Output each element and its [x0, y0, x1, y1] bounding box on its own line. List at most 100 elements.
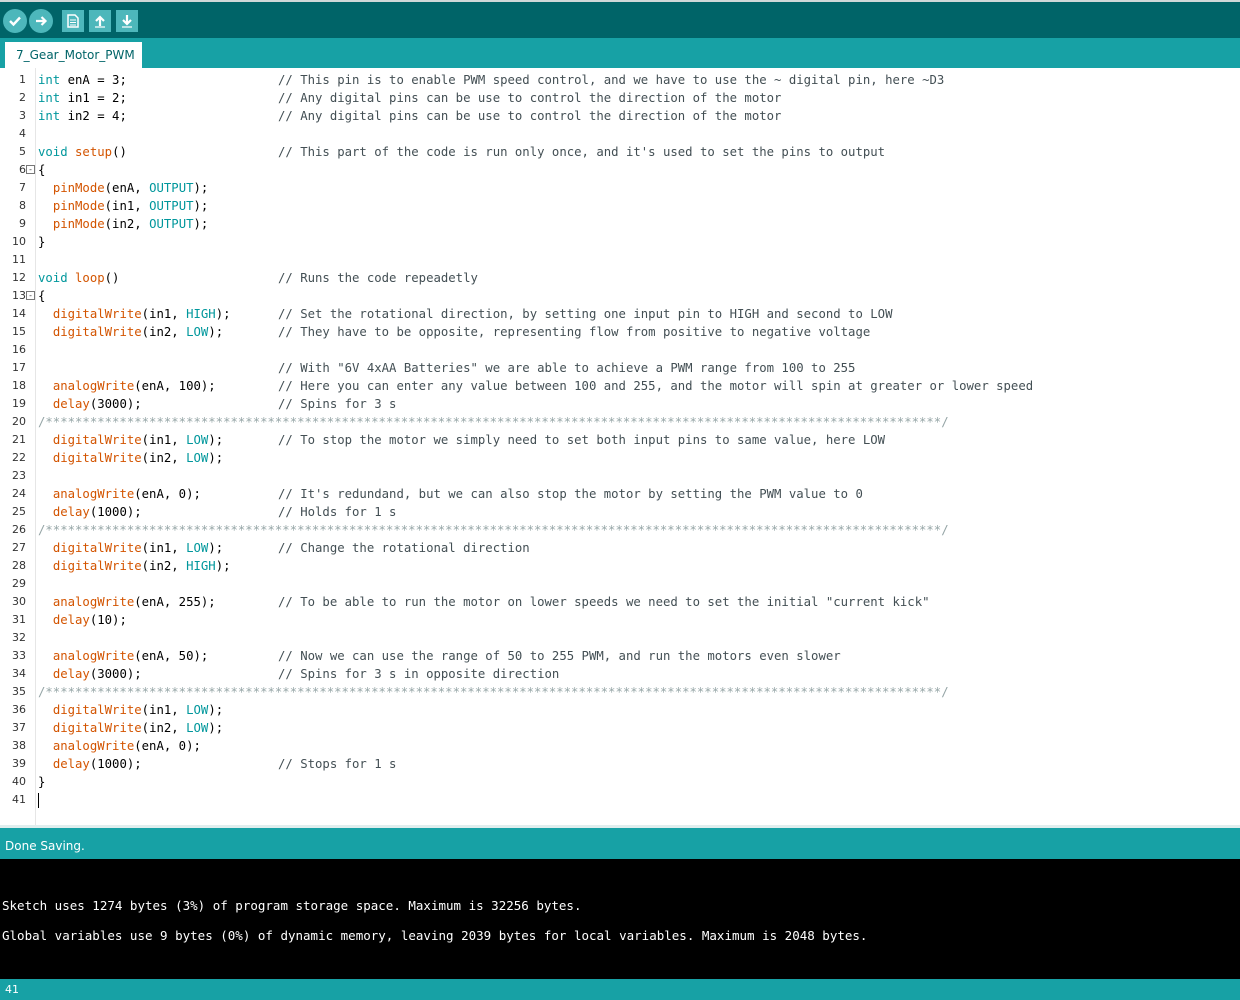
code-line[interactable]: 29	[12, 575, 1240, 593]
code-line[interactable]: 15 digitalWrite(in2, LOW); // They have t…	[12, 323, 1240, 341]
code-text: delay(1000);	[52, 757, 142, 771]
code-text: digitalWrite(in2, LOW);	[52, 451, 224, 465]
code-line[interactable]: 14 digitalWrite(in1, HIGH); // Set the ro…	[12, 305, 1240, 323]
code-line[interactable]: 7 pinMode(enA, OUTPUT);	[19, 179, 1240, 197]
arrow-up-icon	[95, 15, 105, 28]
code-line[interactable]: 41	[12, 791, 1240, 809]
open-button[interactable]	[89, 10, 111, 32]
code-comment: // To stop the motor we simply need to s…	[278, 433, 886, 447]
line-number: 13	[12, 289, 26, 302]
fold-toggle-icon[interactable]: -	[26, 291, 35, 300]
console-output: Sketch uses 1274 bytes (3%) of program s…	[0, 859, 1240, 979]
upload-button[interactable]	[29, 9, 53, 33]
code-line[interactable]: 9 pinMode(in2, OUTPUT);	[19, 215, 1240, 233]
code-comment: // It's redundand, but we can also stop …	[278, 487, 863, 501]
line-number: 11	[12, 253, 26, 266]
code-line[interactable]: 10}	[12, 233, 1240, 251]
code-line[interactable]: 18 analogWrite(enA, 100); // Here you can…	[12, 377, 1240, 395]
code-line[interactable]: 40}	[12, 773, 1240, 791]
code-text: /***************************************…	[38, 415, 949, 429]
code-line[interactable]: 34 delay(3000); // Spins for 3 s in oppos…	[12, 665, 1240, 683]
line-number: 38	[12, 739, 26, 752]
code-line[interactable]: 13-{	[12, 287, 1240, 305]
code-line[interactable]: 6-{	[19, 161, 1240, 179]
code-comment: // Holds for 1 s	[278, 505, 397, 519]
arrow-right-icon	[36, 16, 48, 26]
code-line[interactable]: 25 delay(1000); // Holds for 1 s	[12, 503, 1240, 521]
line-number: 16	[12, 343, 26, 356]
code-area[interactable]: 1 int enA = 3; // This pin is to enable PW…	[12, 71, 1240, 809]
line-number: 1	[19, 73, 26, 86]
line-number: 3	[19, 109, 26, 122]
line-number: 30	[12, 595, 26, 608]
code-text	[38, 791, 39, 809]
code-text: digitalWrite(in1, LOW);	[52, 703, 224, 717]
code-comment: // To be able to run the motor on lower …	[278, 595, 930, 609]
code-text: {	[38, 289, 46, 303]
code-line[interactable]: 38 analogWrite(enA, 0);	[12, 737, 1240, 755]
code-line[interactable]: 3 int in2 = 4; // Any digital pins can be …	[19, 107, 1240, 125]
code-line[interactable]: 27 digitalWrite(in1, LOW); // Change the …	[12, 539, 1240, 557]
code-text: }	[38, 235, 46, 249]
line-number: 6	[19, 163, 26, 176]
code-line[interactable]: 1 int enA = 3; // This pin is to enable PW…	[19, 71, 1240, 89]
line-number: 25	[12, 505, 26, 518]
code-line[interactable]: 5 void setup() // This part of the code is…	[19, 143, 1240, 161]
line-number: 31	[12, 613, 26, 626]
code-line[interactable]: 21 digitalWrite(in1, LOW); // To stop the…	[12, 431, 1240, 449]
code-text: delay(3000);	[52, 667, 142, 681]
code-line[interactable]: 30 analogWrite(enA, 255); // To be able t…	[12, 593, 1240, 611]
code-comment: // This pin is to enable PWM speed contr…	[278, 73, 945, 87]
code-line[interactable]: 22 digitalWrite(in2, LOW);	[12, 449, 1240, 467]
code-text: delay(3000);	[52, 397, 142, 411]
code-line[interactable]: 17 // With "6V 4xAA Batteries" we are abl…	[12, 359, 1240, 377]
code-comment: // Spins for 3 s	[278, 397, 397, 411]
tab-bar: 7_Gear_Motor_PWM	[0, 38, 1240, 68]
code-line[interactable]: 11	[12, 251, 1240, 269]
line-number: 17	[12, 361, 26, 374]
line-number: 36	[12, 703, 26, 716]
code-text: /***************************************…	[38, 523, 949, 537]
arrow-down-icon	[122, 15, 132, 28]
code-line[interactable]: 8 pinMode(in1, OUTPUT);	[19, 197, 1240, 215]
code-line[interactable]: 31 delay(10);	[12, 611, 1240, 629]
code-text: digitalWrite(in1, HIGH);	[52, 307, 231, 321]
line-number: 2	[19, 91, 26, 104]
code-line[interactable]: 16	[12, 341, 1240, 359]
code-line[interactable]: 24 analogWrite(enA, 0); // It's redundand…	[12, 485, 1240, 503]
tab-sketch[interactable]: 7_Gear_Motor_PWM	[5, 42, 142, 68]
code-text: int in1 = 2;	[38, 91, 127, 105]
code-line[interactable]: 4	[19, 125, 1240, 143]
code-comment: // Now we can use the range of 50 to 255…	[278, 649, 841, 663]
code-editor[interactable]: 1 int enA = 3; // This pin is to enable PW…	[0, 68, 1240, 825]
code-line[interactable]: 23	[12, 467, 1240, 485]
code-line[interactable]: 28 digitalWrite(in2, HIGH);	[12, 557, 1240, 575]
code-line[interactable]: 36 digitalWrite(in1, LOW);	[12, 701, 1240, 719]
code-line[interactable]: 32	[12, 629, 1240, 647]
line-number: 40	[12, 775, 26, 788]
fold-toggle-icon[interactable]: -	[26, 165, 35, 174]
code-line[interactable]: 26 /*************************************…	[12, 521, 1240, 539]
check-icon	[9, 16, 21, 27]
code-text: analogWrite(enA, 50);	[52, 649, 209, 663]
code-line[interactable]: 20 /*************************************…	[12, 413, 1240, 431]
code-line[interactable]: 33 analogWrite(enA, 50); // Now we can us…	[12, 647, 1240, 665]
code-line[interactable]: 2 int in1 = 2; // Any digital pins can be …	[19, 89, 1240, 107]
code-text: {	[38, 163, 46, 177]
save-button[interactable]	[116, 10, 138, 32]
code-text: analogWrite(enA, 0);	[52, 739, 201, 753]
status-message: Done Saving.	[5, 839, 85, 853]
line-number: 24	[12, 487, 26, 500]
code-line[interactable]: 39 delay(1000); // Stops for 1 s	[12, 755, 1240, 773]
code-line[interactable]: 35 /*************************************…	[12, 683, 1240, 701]
code-comment: // This part of the code is run only onc…	[278, 145, 886, 159]
new-button[interactable]	[62, 10, 84, 32]
line-number: 5	[19, 145, 26, 158]
code-line[interactable]: 37 digitalWrite(in2, LOW);	[12, 719, 1240, 737]
code-line[interactable]: 19 delay(3000); // Spins for 3 s	[12, 395, 1240, 413]
line-number: 19	[12, 397, 26, 410]
code-text: digitalWrite(in2, LOW);	[52, 721, 224, 735]
code-text: }	[38, 775, 46, 789]
verify-button[interactable]	[3, 9, 27, 33]
code-line[interactable]: 12 void loop() // Runs the code repeadetly	[12, 269, 1240, 287]
